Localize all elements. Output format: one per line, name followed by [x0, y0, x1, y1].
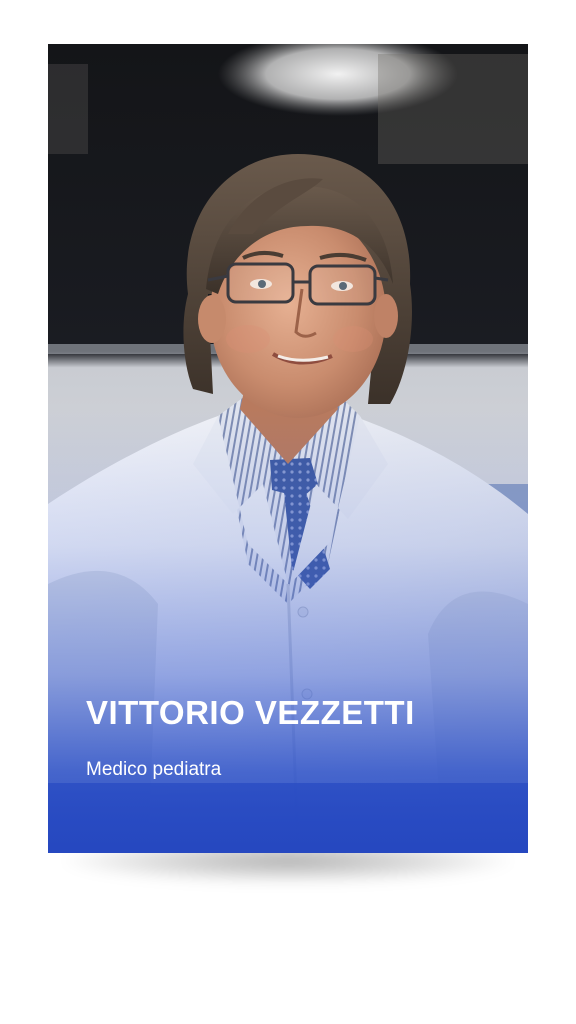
blue-gradient-overlay	[48, 44, 528, 853]
profile-card[interactable]: VITTORIO VEZZETTI Medico pediatra	[48, 44, 528, 853]
doctor-role: Medico pediatra	[86, 759, 222, 780]
doctor-name: VITTORIO VEZZETTI	[86, 694, 415, 731]
stage: VITTORIO VEZZETTI Medico pediatra	[0, 0, 576, 1024]
blue-bottom-band	[48, 783, 528, 853]
